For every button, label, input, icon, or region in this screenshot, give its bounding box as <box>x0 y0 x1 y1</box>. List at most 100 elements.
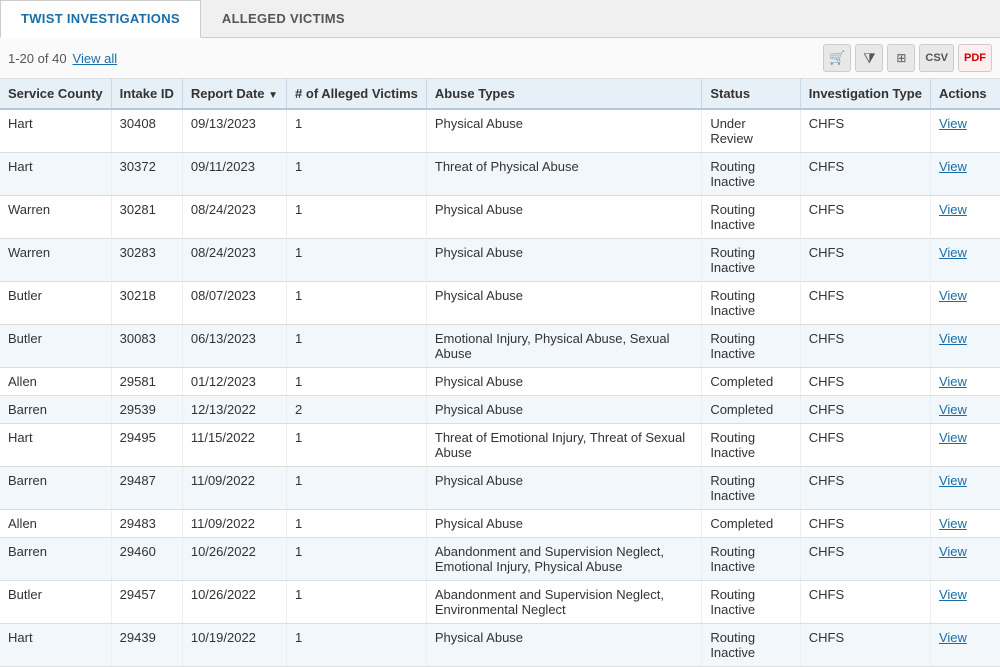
cell-status: Routing Inactive <box>702 282 800 325</box>
view-action-link[interactable]: View <box>939 374 967 389</box>
cell-action[interactable]: View <box>930 325 1000 368</box>
cell-action[interactable]: View <box>930 282 1000 325</box>
cell-action[interactable]: View <box>930 368 1000 396</box>
view-action-link[interactable]: View <box>939 288 967 303</box>
tab-alleged-victims[interactable]: ALLEGED VICTIMS <box>201 0 366 37</box>
cell-status: Routing Inactive <box>702 239 800 282</box>
table-row: Hart3037209/11/20231Threat of Physical A… <box>0 153 1000 196</box>
cell-action[interactable]: View <box>930 153 1000 196</box>
tab-twist[interactable]: TWIST INVESTIGATIONS <box>0 0 201 38</box>
cell-inv-type: CHFS <box>800 467 930 510</box>
cell-inv-type: CHFS <box>800 368 930 396</box>
view-action-link[interactable]: View <box>939 245 967 260</box>
cell-action[interactable]: View <box>930 581 1000 624</box>
cell-abuse-types: Abandonment and Supervision Neglect, Emo… <box>426 538 701 581</box>
columns-button[interactable]: ⊞ <box>887 44 915 72</box>
pdf-icon: PDF <box>964 52 986 64</box>
cell-intake-id: 29581 <box>111 368 182 396</box>
cell-status: Routing Inactive <box>702 467 800 510</box>
cell-inv-type: CHFS <box>800 510 930 538</box>
cell-service-county: Allen <box>0 510 111 538</box>
cell-inv-type: CHFS <box>800 424 930 467</box>
cell-abuse-types: Threat of Emotional Injury, Threat of Se… <box>426 424 701 467</box>
view-action-link[interactable]: View <box>939 516 967 531</box>
cell-status: Completed <box>702 396 800 424</box>
table-row: Barren2953912/13/20222Physical AbuseComp… <box>0 396 1000 424</box>
cell-num-victims: 1 <box>287 239 427 282</box>
cell-intake-id: 30281 <box>111 196 182 239</box>
cell-action[interactable]: View <box>930 239 1000 282</box>
cell-intake-id: 29487 <box>111 467 182 510</box>
view-action-link[interactable]: View <box>939 116 967 131</box>
cell-status: Routing Inactive <box>702 624 800 667</box>
col-header-abuse-types: Abuse Types <box>426 79 701 109</box>
cell-inv-type: CHFS <box>800 153 930 196</box>
view-action-link[interactable]: View <box>939 202 967 217</box>
view-action-link[interactable]: View <box>939 473 967 488</box>
cell-status: Completed <box>702 510 800 538</box>
cell-report-date: 01/12/2023 <box>182 368 286 396</box>
cell-report-date: 10/19/2022 <box>182 624 286 667</box>
cell-action[interactable]: View <box>930 510 1000 538</box>
table-header-row: Service County Intake ID Report Date ▼ #… <box>0 79 1000 109</box>
cell-service-county: Hart <box>0 109 111 153</box>
view-action-link[interactable]: View <box>939 430 967 445</box>
toolbar-right: 🛒 ⧩ ⊞ CSV PDF <box>823 44 992 72</box>
cell-service-county: Hart <box>0 153 111 196</box>
cell-action[interactable]: View <box>930 467 1000 510</box>
cell-status: Routing Inactive <box>702 424 800 467</box>
view-all-link[interactable]: View all <box>73 51 118 66</box>
csv-button[interactable]: CSV <box>919 44 954 72</box>
cell-intake-id: 30372 <box>111 153 182 196</box>
cart-button[interactable]: 🛒 <box>823 44 851 72</box>
table-row: Butler3021808/07/20231Physical AbuseRout… <box>0 282 1000 325</box>
cell-num-victims: 1 <box>287 624 427 667</box>
toolbar-left: 1-20 of 40 View all <box>8 51 117 66</box>
cell-action[interactable]: View <box>930 538 1000 581</box>
cell-abuse-types: Abandonment and Supervision Neglect, Env… <box>426 581 701 624</box>
filter-icon: ⧩ <box>863 50 876 67</box>
table-row: Butler3008306/13/20231Emotional Injury, … <box>0 325 1000 368</box>
cell-report-date: 06/13/2023 <box>182 325 286 368</box>
view-action-link[interactable]: View <box>939 331 967 346</box>
cell-abuse-types: Physical Abuse <box>426 368 701 396</box>
cell-status: Routing Inactive <box>702 538 800 581</box>
cell-intake-id: 30283 <box>111 239 182 282</box>
cell-report-date: 11/09/2022 <box>182 510 286 538</box>
cell-service-county: Barren <box>0 396 111 424</box>
cell-service-county: Butler <box>0 581 111 624</box>
view-action-link[interactable]: View <box>939 544 967 559</box>
view-action-link[interactable]: View <box>939 630 967 645</box>
cell-action[interactable]: View <box>930 624 1000 667</box>
cell-num-victims: 1 <box>287 368 427 396</box>
columns-icon: ⊞ <box>896 51 906 65</box>
view-action-link[interactable]: View <box>939 587 967 602</box>
col-header-num-victims: # of Alleged Victims <box>287 79 427 109</box>
cell-report-date: 08/24/2023 <box>182 196 286 239</box>
cell-inv-type: CHFS <box>800 581 930 624</box>
cell-report-date: 11/15/2022 <box>182 424 286 467</box>
cell-service-county: Barren <box>0 538 111 581</box>
table-row: Allen2958101/12/20231Physical AbuseCompl… <box>0 368 1000 396</box>
cell-num-victims: 2 <box>287 396 427 424</box>
cell-inv-type: CHFS <box>800 239 930 282</box>
filter-button[interactable]: ⧩ <box>855 44 883 72</box>
view-action-link[interactable]: View <box>939 402 967 417</box>
cell-abuse-types: Physical Abuse <box>426 239 701 282</box>
cell-report-date: 11/09/2022 <box>182 467 286 510</box>
cell-intake-id: 29439 <box>111 624 182 667</box>
cell-inv-type: CHFS <box>800 282 930 325</box>
view-action-link[interactable]: View <box>939 159 967 174</box>
cell-action[interactable]: View <box>930 396 1000 424</box>
col-header-actions: Actions <box>930 79 1000 109</box>
cell-intake-id: 30218 <box>111 282 182 325</box>
pdf-button[interactable]: PDF <box>958 44 992 72</box>
cell-num-victims: 1 <box>287 109 427 153</box>
cell-action[interactable]: View <box>930 109 1000 153</box>
col-header-report-date[interactable]: Report Date ▼ <box>182 79 286 109</box>
cell-action[interactable]: View <box>930 424 1000 467</box>
cell-report-date: 12/13/2022 <box>182 396 286 424</box>
cell-action[interactable]: View <box>930 196 1000 239</box>
cell-num-victims: 1 <box>287 510 427 538</box>
cell-service-county: Hart <box>0 424 111 467</box>
